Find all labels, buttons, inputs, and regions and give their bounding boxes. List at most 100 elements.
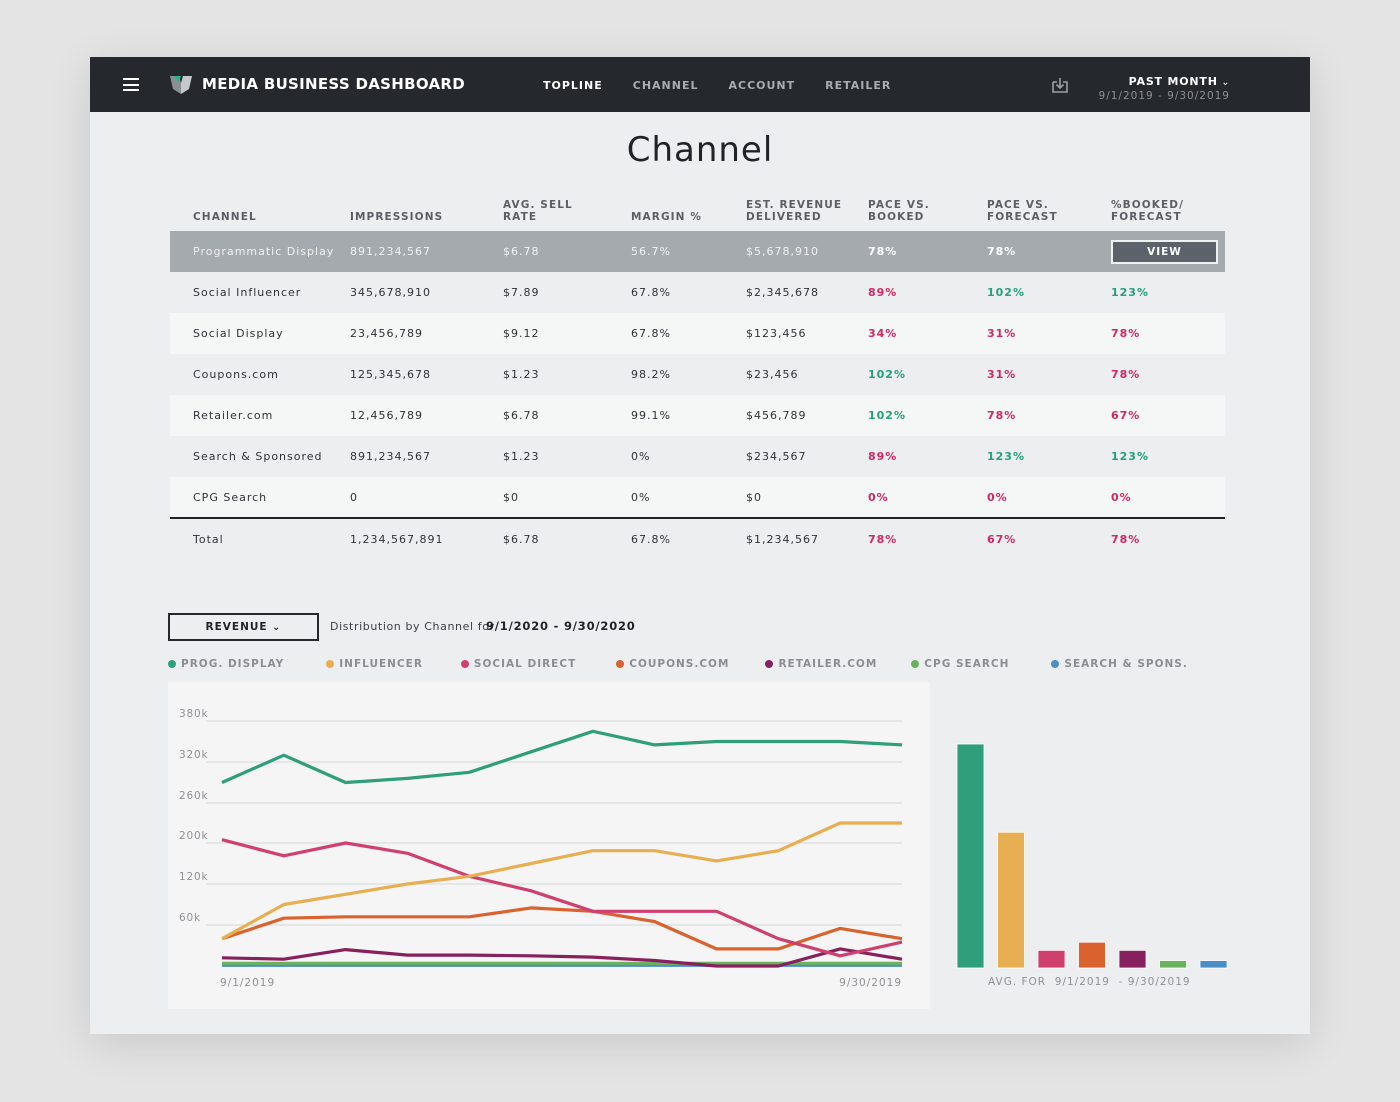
cell-avg-sell-rate: $1.23 xyxy=(503,354,631,395)
legend-label: CPG SEARCH xyxy=(924,658,1010,670)
legend-label: PROG. DISPLAY xyxy=(181,658,285,670)
legend-item[interactable]: PROG. DISPLAY xyxy=(168,658,284,670)
cell-impressions: 0 xyxy=(350,477,503,518)
cell-est-revenue: $1,234,567 xyxy=(746,517,868,559)
cell-est-revenue: $123,456 xyxy=(746,313,868,354)
bar-coupons-com[interactable] xyxy=(1078,941,1106,969)
series-line-coupons-com[interactable] xyxy=(221,906,903,951)
legend-item[interactable]: CPG SEARCH xyxy=(911,658,1009,670)
cell-channel: Coupons.com xyxy=(170,354,350,395)
cell-channel: Total xyxy=(170,517,350,559)
legend-item[interactable]: COUPONS.COM xyxy=(616,658,729,670)
column-header-avg-sell-rate[interactable]: AVG. SELL RATE xyxy=(503,187,631,231)
table-row[interactable]: Search & Sponsored 891,234,567 $1.23 0% $234… xyxy=(170,436,1225,477)
y-tick-label: 120k xyxy=(179,871,208,883)
table-row[interactable]: Social Influencer 345,678,910 $7.89 67.8% $2… xyxy=(170,272,1225,313)
y-tick-label: 60k xyxy=(179,912,201,924)
line-chart-panel: 380k 320k 260k 200k 120k 60k 9/1/2019 9/30/2019 xyxy=(168,682,930,1009)
column-header-channel[interactable]: CHANNEL xyxy=(170,187,350,231)
y-tick-label: 320k xyxy=(179,749,208,761)
bar-prog-display[interactable] xyxy=(956,743,985,969)
hamburger-icon[interactable] xyxy=(123,78,139,91)
bar-chart-xlabel: AVG. FOR 9/1/2019 - 9/30/2019 xyxy=(988,976,1191,988)
cell-booked-forecast: 0% xyxy=(1111,477,1225,518)
table-row[interactable]: CPG Search 0 $0 0% $0 0% 0% 0% xyxy=(170,477,1225,518)
download-icon[interactable] xyxy=(1052,77,1068,93)
bar-search-spons[interactable] xyxy=(1199,960,1228,969)
chevron-down-icon: ⌄ xyxy=(267,622,282,633)
y-tick-label: 200k xyxy=(179,830,208,842)
column-header-est-revenue-label: EST. REVENUE DELIVERED xyxy=(746,199,843,223)
column-header-margin[interactable]: MARGIN % xyxy=(631,187,746,231)
cell-est-revenue: $5,678,910 xyxy=(746,231,868,272)
cell-channel: Programmatic Display xyxy=(170,231,350,272)
legend-label: SEARCH & SPONS. xyxy=(1064,658,1188,670)
cell-booked-forecast: 123% xyxy=(1111,272,1225,313)
cell-pace-booked: 78% xyxy=(868,231,987,272)
cell-impressions: 23,456,789 xyxy=(350,313,503,354)
series-line-prog-display[interactable] xyxy=(221,729,903,785)
cell-pace-booked: 89% xyxy=(868,436,987,477)
table-row-total[interactable]: Total 1,234,567,891 $6.78 67.8% $1,234,567 78… xyxy=(170,517,1225,559)
cell-pace-booked: 102% xyxy=(868,354,987,395)
cell-avg-sell-rate: $0 xyxy=(503,477,631,518)
cell-est-revenue: $234,567 xyxy=(746,436,868,477)
column-header-pace-booked-label: PACE VS. BOOKED xyxy=(868,199,930,223)
cell-est-revenue: $0 xyxy=(746,477,868,518)
table-row[interactable]: Coupons.com 125,345,678 $1.23 98.2% $23,456 1… xyxy=(170,354,1225,395)
nav-tab-account[interactable]: ACCOUNT xyxy=(728,79,795,92)
cell-pace-forecast: 102% xyxy=(987,272,1111,313)
table-row-selected[interactable]: Programmatic Display 891,234,567 $6.78 56.7… xyxy=(170,231,1225,272)
legend-item[interactable]: INFLUENCER xyxy=(326,658,423,670)
legend-item[interactable]: SOCIAL DIRECT xyxy=(460,658,576,670)
cell-booked-forecast: 67% xyxy=(1111,395,1225,436)
bar-retailer-com[interactable] xyxy=(1118,949,1147,969)
nav-tab-retailer[interactable]: RETAILER xyxy=(825,79,891,92)
cell-pace-booked: 89% xyxy=(868,272,987,313)
legend-item[interactable]: SEARCH & SPONS. xyxy=(1051,658,1187,670)
view-button[interactable]: VIEW xyxy=(1111,239,1218,264)
bar-social-direct[interactable] xyxy=(1037,949,1066,969)
bar-cpg-search[interactable] xyxy=(1159,960,1187,969)
period-selector[interactable]: PAST MONTH ⌄ 9/1/2019 - 9/30/2019 xyxy=(1099,75,1230,102)
dashboard-window: MEDIA BUSINESS DASHBOARD TOPLINE CHANNEL… xyxy=(90,57,1310,1034)
cell-booked-forecast: VIEW xyxy=(1111,231,1225,272)
main-nav: TOPLINE CHANNEL ACCOUNT RETAILER xyxy=(543,79,921,92)
table-row[interactable]: Social Display 23,456,789 $9.12 67.8% $123,4… xyxy=(170,313,1225,354)
column-header-booked-forecast[interactable]: %BOOKED/ FORECAST xyxy=(1111,187,1225,231)
cell-impressions: 891,234,567 xyxy=(350,436,503,477)
table-row[interactable]: Retailer.com 12,456,789 $6.78 99.1% $456,789… xyxy=(170,395,1225,436)
period-range: 9/1/2019 - 9/30/2019 xyxy=(1098,90,1230,102)
cell-booked-forecast: 78% xyxy=(1111,354,1225,395)
cell-booked-forecast: 78% xyxy=(1111,313,1225,354)
cell-channel: Search & Sponsored xyxy=(170,436,350,477)
cell-avg-sell-rate: $9.12 xyxy=(503,313,631,354)
series-line-influencer[interactable] xyxy=(221,821,902,941)
legend-dot-icon xyxy=(1051,660,1060,668)
cell-margin: 0% xyxy=(631,436,746,477)
app-title: MEDIA BUSINESS DASHBOARD xyxy=(202,75,465,93)
cell-impressions: 12,456,789 xyxy=(350,395,503,436)
cell-pace-forecast: 0% xyxy=(987,477,1111,518)
cell-booked-forecast: 123% xyxy=(1111,436,1225,477)
column-header-est-revenue[interactable]: EST. REVENUE DELIVERED xyxy=(746,187,868,231)
line-chart: 380k 320k 260k 200k 120k 60k 9/1/2019 9/30/2019 xyxy=(179,708,903,989)
cell-est-revenue: $2,345,678 xyxy=(746,272,868,313)
cell-pace-forecast: 78% xyxy=(987,231,1111,272)
metric-select-label: REVENUE xyxy=(205,621,268,633)
bar-influencer[interactable] xyxy=(997,831,1025,969)
legend-item[interactable]: RETAILER.COM xyxy=(765,658,877,670)
column-header-pace-forecast[interactable]: PACE VS. FORECAST xyxy=(987,187,1111,231)
nav-tab-channel[interactable]: CHANNEL xyxy=(633,79,699,92)
period-dropdown[interactable]: PAST MONTH ⌄ xyxy=(1099,75,1230,88)
nav-tab-topline[interactable]: TOPLINE xyxy=(543,79,603,92)
cell-margin: 99.1% xyxy=(631,395,746,436)
cell-channel: Retailer.com xyxy=(170,395,350,436)
y-tick-label: 380k xyxy=(179,708,208,720)
column-header-pace-booked[interactable]: PACE VS. BOOKED xyxy=(868,187,987,231)
bar-chart-panel: AVG. FOR 9/1/2019 - 9/30/2019 xyxy=(942,682,1242,1012)
cell-avg-sell-rate: $6.78 xyxy=(503,395,631,436)
x-tick-label: 9/1/2019 xyxy=(220,977,275,989)
metric-select[interactable]: REVENUE ⌄ xyxy=(168,613,319,641)
column-header-impressions[interactable]: IMPRESSIONS xyxy=(350,187,503,231)
